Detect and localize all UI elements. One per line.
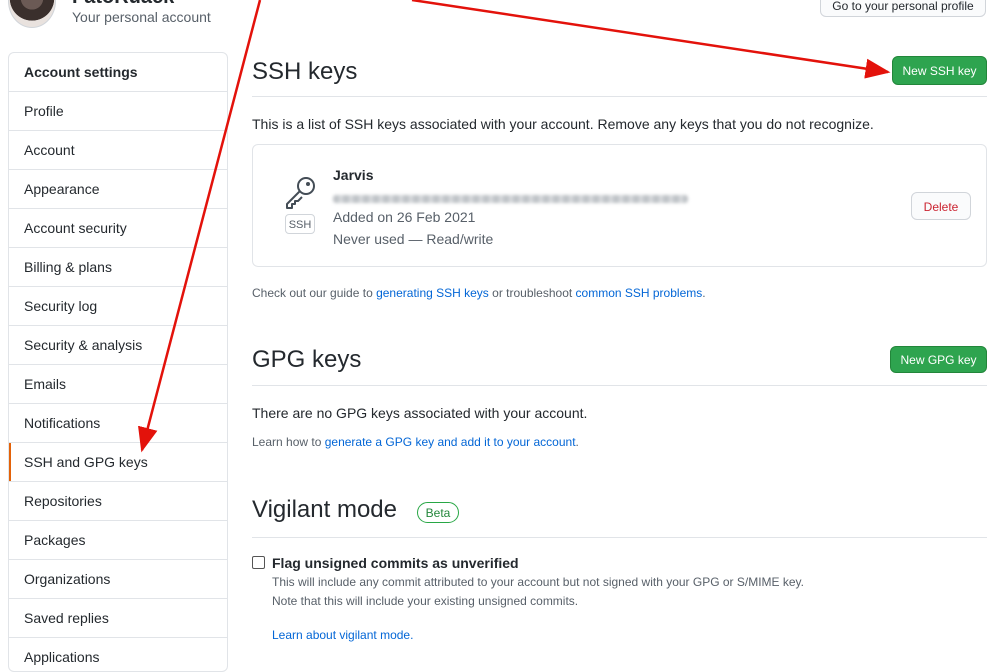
divider — [252, 96, 987, 97]
divider — [252, 537, 987, 538]
sidebar-item-label: Account — [24, 142, 75, 158]
gpg-learn-prefix: Learn how to — [252, 435, 325, 449]
ssh-key-item: SSH Jarvis Added on 26 Feb 2021 Never us… — [252, 144, 987, 267]
sidebar-title: Account settings — [9, 53, 227, 92]
sidebar-item-label: Security & analysis — [24, 337, 143, 353]
sidebar-item-profile[interactable]: Profile — [9, 92, 227, 131]
ssh-description: This is a list of SSH keys associated wi… — [252, 116, 874, 132]
ssh-guide-text: Check out our guide to generating SSH ke… — [252, 286, 706, 300]
sidebar-item-label: Security log — [24, 298, 98, 314]
ssh-keys-heading: SSH keys — [252, 58, 358, 85]
sidebar-item-organizations[interactable]: Organizations — [9, 560, 227, 599]
sidebar-item-account[interactable]: Account — [9, 131, 227, 170]
flag-unsigned-commits-checkbox[interactable] — [252, 556, 265, 569]
new-gpg-key-button[interactable]: New GPG key — [890, 346, 987, 373]
generating-ssh-keys-link[interactable]: generating SSH keys — [376, 286, 489, 300]
sidebar-item-label: Organizations — [24, 571, 111, 587]
sidebar-item-billing[interactable]: Billing & plans — [9, 248, 227, 287]
sidebar-item-security-analysis[interactable]: Security & analysis — [9, 326, 227, 365]
sidebar-item-applications[interactable]: Applications — [9, 638, 227, 671]
sidebar-item-notifications[interactable]: Notifications — [9, 404, 227, 443]
vigilant-description-line2: Note that this will include your existin… — [272, 594, 579, 608]
sidebar-item-label: Appearance — [24, 181, 100, 197]
gpg-keys-heading: GPG keys — [252, 346, 362, 373]
ssh-key-added-date: Added on 26 Feb 2021 — [333, 209, 476, 225]
sidebar-item-appearance[interactable]: Appearance — [9, 170, 227, 209]
account-subtitle: Your personal account — [72, 9, 211, 25]
settings-sidebar: Account settings Profile Account Appeara… — [8, 52, 228, 672]
ssh-guide-suffix: . — [702, 286, 706, 300]
sidebar-item-security-log[interactable]: Security log — [9, 287, 227, 326]
sidebar-item-label: Notifications — [24, 415, 101, 431]
generate-gpg-key-link[interactable]: generate a GPG key and add it to your ac… — [325, 435, 576, 449]
gpg-learn-text: Learn how to generate a GPG key and add … — [252, 435, 579, 449]
sidebar-item-label: Saved replies — [24, 610, 109, 626]
common-ssh-problems-link[interactable]: common SSH problems — [576, 286, 703, 300]
avatar[interactable] — [8, 0, 56, 28]
sidebar-item-ssh-gpg-keys[interactable]: SSH and GPG keys — [9, 443, 227, 482]
ssh-key-title: Jarvis — [333, 167, 374, 183]
new-ssh-key-button[interactable]: New SSH key — [892, 56, 987, 85]
key-icon — [286, 177, 315, 209]
gpg-empty-message: There are no GPG keys associated with yo… — [252, 405, 588, 421]
vigilant-description-line1: This will include any commit attributed … — [272, 575, 805, 589]
sidebar-item-label: Billing & plans — [24, 259, 112, 275]
ssh-guide-middle: or troubleshoot — [488, 286, 576, 300]
sidebar-item-label: Packages — [24, 532, 86, 548]
sidebar-item-packages[interactable]: Packages — [9, 521, 227, 560]
sidebar-item-repositories[interactable]: Repositories — [9, 482, 227, 521]
sidebar-item-account-security[interactable]: Account security — [9, 209, 227, 248]
divider — [252, 385, 987, 386]
gpg-learn-suffix: . — [575, 435, 579, 449]
beta-badge: Beta — [417, 502, 459, 523]
learn-vigilant-mode-link[interactable]: Learn about vigilant mode. — [272, 628, 413, 642]
sidebar-item-label: Account security — [24, 220, 127, 236]
username: FatoRuack — [72, 0, 174, 9]
ssh-key-usage: Never used — Read/write — [333, 231, 494, 247]
sidebar-item-label: Profile — [24, 103, 64, 119]
sidebar-item-label: Applications — [24, 649, 100, 665]
go-to-profile-button[interactable]: Go to your personal profile — [820, 0, 986, 17]
flag-unsigned-commits-label[interactable]: Flag unsigned commits as unverified — [272, 555, 519, 571]
vigilant-mode-heading: Vigilant mode — [252, 496, 397, 523]
sidebar-item-label: Emails — [24, 376, 67, 392]
sidebar-item-label: Repositories — [24, 493, 102, 509]
sidebar-item-emails[interactable]: Emails — [9, 365, 227, 404]
arrow-to-new-ssh-key — [411, 0, 891, 79]
sidebar-item-saved-replies[interactable]: Saved replies — [9, 599, 227, 638]
ssh-key-fingerprint-redacted — [333, 195, 688, 203]
delete-ssh-key-button[interactable]: Delete — [911, 192, 971, 220]
sidebar-item-label: SSH and GPG keys — [24, 454, 148, 470]
ssh-guide-prefix: Check out our guide to — [252, 286, 377, 300]
ssh-badge: SSH — [285, 214, 315, 234]
